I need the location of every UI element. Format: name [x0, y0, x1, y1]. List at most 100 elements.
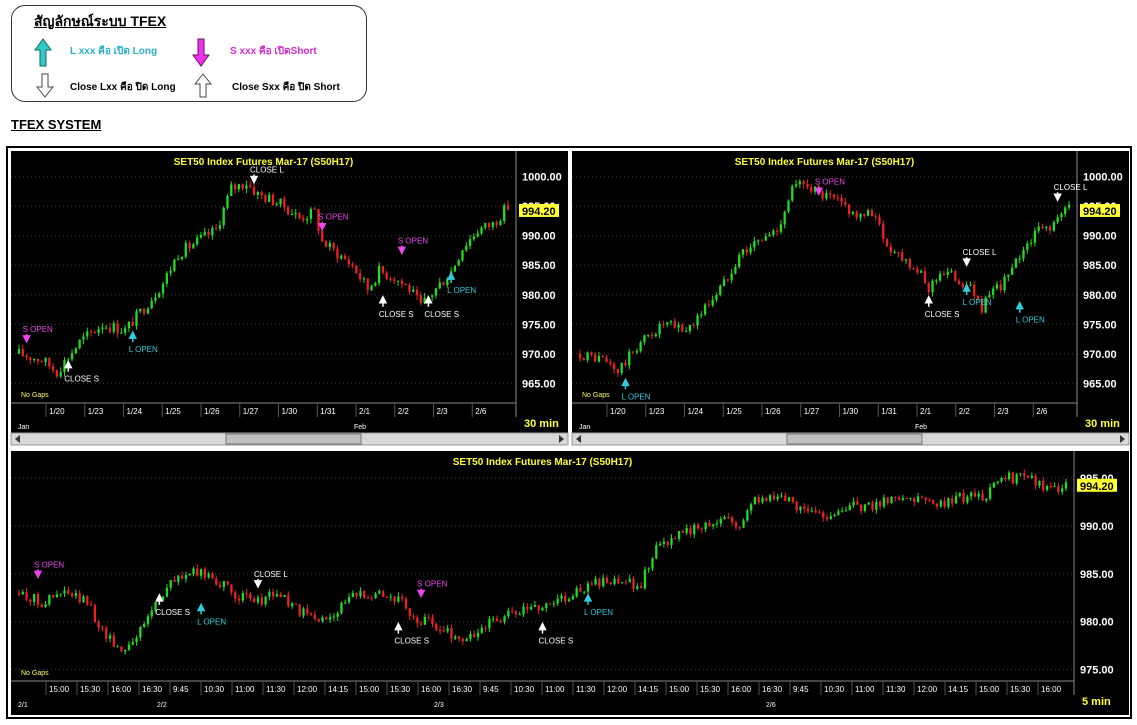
candle-body: [802, 181, 805, 184]
candle-body: [419, 295, 422, 303]
candle-body: [609, 362, 612, 364]
x-tick-label: 1/27: [243, 407, 259, 416]
candle-body: [590, 583, 593, 585]
x-tick-label: 9:45: [483, 685, 499, 694]
candle-body: [116, 646, 119, 648]
candle-body: [139, 626, 142, 638]
x-tick-label: 2/2: [959, 407, 971, 416]
candle-body: [848, 505, 851, 511]
candle-body: [351, 264, 354, 266]
candle-body: [932, 500, 935, 504]
candle-body: [779, 224, 783, 232]
candle-body: [674, 538, 677, 540]
candle-body: [765, 497, 768, 501]
candle-body: [264, 195, 267, 202]
x-tick-label: 2/1: [359, 407, 371, 416]
candle-body: [468, 239, 472, 246]
chart-title: SET50 Index Futures Mar-17 (S50H17): [453, 457, 633, 468]
candle-body: [283, 198, 286, 208]
candle-body: [173, 579, 176, 582]
candle-body: [230, 584, 233, 593]
candle-body: [438, 629, 442, 631]
candle-body: [294, 603, 298, 605]
candle-body: [639, 586, 643, 589]
candle-body: [628, 351, 631, 366]
candle-body: [59, 593, 62, 595]
candle-body: [837, 511, 840, 516]
candle-body: [700, 314, 703, 316]
x-tick-label: 2/2: [398, 407, 410, 416]
candle-body: [465, 638, 468, 642]
candle-body: [878, 217, 881, 224]
arrow-down-outline-icon: [36, 73, 54, 98]
candle-body: [552, 603, 556, 605]
candle-body: [233, 184, 237, 190]
candle-body: [245, 185, 248, 189]
candle-body: [188, 242, 191, 249]
candle-body: [947, 498, 950, 507]
x-tick-label: 14:15: [328, 685, 349, 694]
x-tick-label: 16:00: [111, 685, 132, 694]
x-tick-label: 2/6: [475, 407, 487, 416]
signal-label: CLOSE S: [925, 310, 960, 319]
candle-body: [146, 308, 150, 314]
horizontal-scrollbar[interactable]: [571, 432, 1130, 446]
candle-body: [283, 595, 286, 597]
charts-canvas: 1000.00995.00990.00985.00980.00975.00970…: [10, 151, 1130, 715]
candle-body: [1064, 482, 1068, 489]
candle-body: [871, 502, 874, 510]
candle-body: [33, 594, 36, 602]
candle-body: [954, 495, 958, 504]
candle-body: [272, 591, 275, 597]
candle-body: [336, 613, 339, 617]
candle-body: [294, 212, 297, 215]
candle-body: [1033, 230, 1037, 243]
candle-body: [533, 604, 537, 607]
candle-body: [669, 321, 673, 323]
candle-body: [241, 593, 244, 601]
candle-body: [400, 280, 403, 284]
signal-label: CLOSE S: [379, 310, 414, 319]
candle-body: [321, 617, 324, 622]
candle-body: [245, 593, 248, 595]
candle-body: [362, 278, 366, 280]
candle-body: [169, 270, 172, 274]
candle-body: [731, 517, 734, 523]
candle-body: [1011, 267, 1014, 275]
candle-body: [275, 204, 278, 206]
candle-body: [688, 324, 692, 332]
x-tick-label: 16:30: [762, 685, 783, 694]
horizontal-scrollbar[interactable]: [10, 432, 569, 446]
candle-body: [1053, 486, 1056, 488]
candle-body: [689, 527, 692, 535]
candle-body: [55, 594, 59, 598]
candle-body: [609, 582, 612, 585]
candle-body: [203, 231, 206, 235]
candle-body: [783, 211, 786, 225]
candle-body: [670, 538, 673, 545]
gaps-label: No Gaps: [582, 392, 610, 399]
candle-body: [631, 351, 635, 353]
candle-body: [70, 353, 74, 360]
candle-body: [1004, 477, 1007, 480]
candle-body: [889, 246, 892, 253]
legend-close-short: Close Sxx คือ ปิด Short: [232, 82, 340, 93]
candle-body: [624, 582, 628, 584]
y-tick-label: 975.00: [1080, 664, 1114, 676]
candle: [226, 193, 229, 210]
candle-body: [78, 339, 81, 349]
month-label: Feb: [354, 424, 366, 431]
candle-body: [21, 349, 24, 357]
candle-body: [749, 247, 752, 253]
candle-body: [325, 617, 328, 620]
candle-body: [908, 259, 911, 268]
candle-body: [146, 616, 150, 624]
candle-body: [173, 259, 176, 271]
candle-body: [241, 184, 244, 189]
candle-body: [332, 616, 335, 618]
candle: [954, 269, 957, 282]
candle-body: [658, 543, 662, 546]
candle-body: [108, 327, 112, 332]
candle-body: [636, 586, 639, 589]
candle-body: [685, 527, 688, 533]
